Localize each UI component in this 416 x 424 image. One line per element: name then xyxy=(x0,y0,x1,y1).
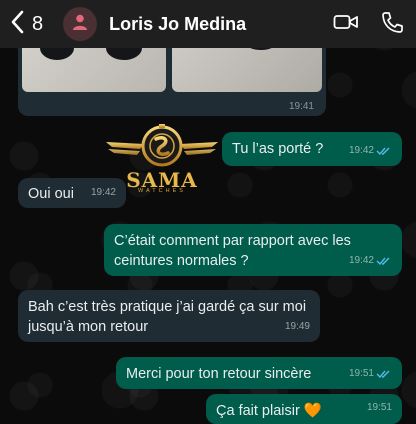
message-text: Tu l’as porté ? xyxy=(232,141,324,157)
message-time: 19:51 xyxy=(348,368,374,379)
message-text: Oui oui xyxy=(28,186,74,202)
message-meta: 19:42 xyxy=(91,183,116,203)
message-meta: 19:51 xyxy=(367,398,392,418)
message-meta: 19:42 xyxy=(349,141,392,161)
message-time: 19:42 xyxy=(348,255,374,266)
message-meta: 19:49 xyxy=(285,317,310,337)
message-bubble[interactable]: Merci pour ton retour sincère 19:51 xyxy=(116,357,402,389)
message-text: Bah c’est très pratique j’ai gardé ça su… xyxy=(28,299,307,335)
person-icon xyxy=(71,13,89,36)
message-text: C’était comment par rapport avec les cei… xyxy=(114,233,351,269)
message-time: 19:51 xyxy=(366,402,392,413)
message-time: 19:41 xyxy=(288,101,314,112)
voice-call-button[interactable] xyxy=(378,10,406,38)
message-time: 19:42 xyxy=(90,187,116,198)
video-camera-icon xyxy=(333,11,359,38)
message-time: 19:42 xyxy=(348,145,374,156)
logo-emblem-icon xyxy=(106,124,218,167)
message-bubble[interactable]: Bah c’est très pratique j’ai gardé ça su… xyxy=(18,290,320,342)
read-ticks-icon xyxy=(376,147,390,156)
message-bubble[interactable]: Tu l’as porté ? 19:42 xyxy=(222,132,402,166)
avatar[interactable] xyxy=(63,7,98,41)
phone-icon xyxy=(379,11,405,38)
message-bubble[interactable]: Oui oui 19:42 xyxy=(18,178,126,208)
chevron-left-icon xyxy=(10,10,26,39)
message-meta: 19:51 xyxy=(349,364,392,384)
video-call-button[interactable] xyxy=(332,10,360,38)
back-button[interactable]: 8 xyxy=(10,10,43,39)
message-bubble[interactable]: Ça fait plaisir 🧡 19:51 xyxy=(206,394,402,424)
unread-count: 8 xyxy=(32,12,44,35)
message-time: 19:49 xyxy=(284,321,310,332)
contact-name[interactable]: Loris Jo Medina xyxy=(109,14,314,35)
read-ticks-icon xyxy=(376,257,390,266)
message-text: Merci pour ton retour sincère xyxy=(126,366,312,382)
chat-header: 8 Loris Jo Medina xyxy=(0,0,416,48)
message-bubble[interactable]: C’était comment par rapport avec les cei… xyxy=(104,224,402,276)
message-meta: 19:42 xyxy=(349,251,392,271)
read-ticks-icon xyxy=(376,370,390,379)
message-text: Ça fait plaisir 🧡 xyxy=(216,403,322,419)
